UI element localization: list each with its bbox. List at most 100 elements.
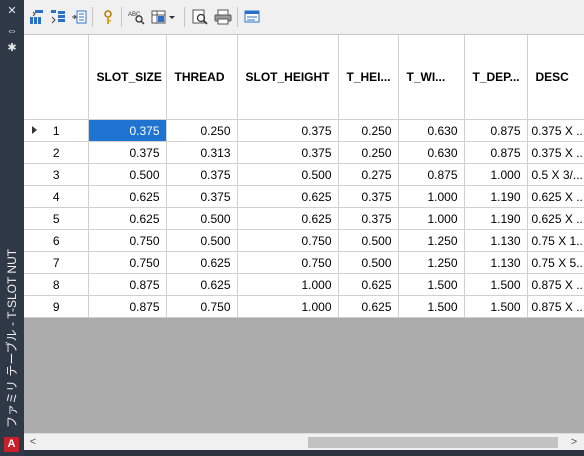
table-cell[interactable]: 0.250 <box>338 119 399 142</box>
scroll-right-icon[interactable]: > <box>568 436 580 449</box>
table-cell[interactable]: 1.250 <box>398 229 465 252</box>
table-cell[interactable]: 0.250 <box>166 119 238 142</box>
table-row[interactable]: 2 0.375 0.313 0.375 0.250 0.630 0.875 0.… <box>24 141 584 164</box>
table-cell[interactable]: 1.500 <box>398 273 465 296</box>
table-row[interactable]: 6 0.750 0.500 0.750 0.500 1.250 1.130 0.… <box>24 229 584 252</box>
column-header[interactable]: THREAD <box>166 35 238 120</box>
settings-icon[interactable]: ✱ <box>5 42 19 54</box>
table-cell[interactable]: 0.313 <box>166 141 238 164</box>
close-icon[interactable]: ✕ <box>5 5 19 17</box>
table-cell[interactable]: 0.750 <box>166 295 238 318</box>
table-cell[interactable]: 0.375 <box>166 185 238 208</box>
table-cell[interactable]: 0.875 <box>464 119 528 142</box>
table-cell[interactable]: 0.500 <box>237 163 339 186</box>
table-cell[interactable]: 0.5 X 3/... <box>527 163 584 186</box>
scrollbar-thumb[interactable] <box>308 437 558 448</box>
lock-icon[interactable] <box>99 8 117 26</box>
table-cell[interactable]: 0.500 <box>88 163 167 186</box>
table-cell[interactable]: 0.750 <box>88 229 167 252</box>
table-cell[interactable]: 0.630 <box>398 141 465 164</box>
row-header[interactable]: 1 <box>24 119 89 142</box>
table-cell[interactable]: 0.750 <box>88 251 167 274</box>
row-header[interactable]: 8 <box>24 273 89 296</box>
column-header[interactable]: DESC <box>527 35 584 120</box>
table-cell[interactable]: 0.75 X 5... <box>527 251 584 274</box>
print-icon[interactable] <box>214 8 232 26</box>
column-header[interactable]: T_DEP... <box>464 35 528 120</box>
table-cell[interactable]: 0.375 <box>237 119 339 142</box>
table-cell[interactable]: 0.375 <box>88 119 167 142</box>
table-cell[interactable]: 1.000 <box>398 185 465 208</box>
table-row[interactable]: 7 0.750 0.625 0.750 0.500 1.250 1.130 0.… <box>24 251 584 274</box>
table-cell[interactable]: 0.625 X ... <box>527 207 584 230</box>
table-cell[interactable]: 0.75 X 1... <box>527 229 584 252</box>
table-cell[interactable]: 0.375 <box>338 185 399 208</box>
row-header[interactable]: 2 <box>24 141 89 164</box>
table-cell[interactable]: 0.625 X ... <box>527 185 584 208</box>
table-cell[interactable]: 0.625 <box>88 185 167 208</box>
table-cell[interactable]: 0.630 <box>398 119 465 142</box>
filter-icon[interactable] <box>150 8 178 26</box>
table-cell[interactable]: 0.875 <box>88 295 167 318</box>
insert-row-icon[interactable] <box>49 8 67 26</box>
table-cell[interactable]: 0.250 <box>338 141 399 164</box>
table-cell[interactable]: 0.625 <box>237 207 339 230</box>
table-cell[interactable]: 0.750 <box>237 251 339 274</box>
row-header[interactable]: 3 <box>24 163 89 186</box>
table-cell[interactable]: 0.375 <box>237 141 339 164</box>
table-row[interactable]: 9 0.875 0.750 1.000 0.625 1.500 1.500 0.… <box>24 295 584 318</box>
table-row[interactable]: 4 0.625 0.375 0.625 0.375 1.000 1.190 0.… <box>24 185 584 208</box>
row-header[interactable]: 9 <box>24 295 89 318</box>
table-cell[interactable]: 0.500 <box>166 207 238 230</box>
table-cell[interactable]: 0.625 <box>88 207 167 230</box>
table-cell[interactable]: 0.875 <box>464 141 528 164</box>
auto-hide-icon[interactable]: ⇔ <box>5 25 19 37</box>
table-cell[interactable]: 0.625 <box>338 273 399 296</box>
table-cell[interactable]: 0.625 <box>338 295 399 318</box>
table-cell[interactable]: 0.375 <box>88 141 167 164</box>
table-cell[interactable]: 0.875 X ... <box>527 295 584 318</box>
table-cell[interactable]: 0.500 <box>338 229 399 252</box>
table-cell[interactable]: 1.130 <box>464 251 528 274</box>
format-icon[interactable] <box>244 8 262 26</box>
row-header[interactable]: 5 <box>24 207 89 230</box>
add-item-icon[interactable] <box>70 8 88 26</box>
column-header[interactable]: SLOT_HEIGHT <box>237 35 339 120</box>
table-cell[interactable]: 0.625 <box>166 251 238 274</box>
table-cell[interactable]: 0.500 <box>338 251 399 274</box>
row-header[interactable]: 7 <box>24 251 89 274</box>
table-cell[interactable]: 1.500 <box>464 295 528 318</box>
table-cell[interactable]: 0.375 <box>166 163 238 186</box>
table-cell[interactable]: 0.875 <box>398 163 465 186</box>
table-cell[interactable]: 1.190 <box>464 185 528 208</box>
table-cell[interactable]: 0.625 <box>237 185 339 208</box>
table-cell[interactable]: 0.750 <box>237 229 339 252</box>
column-header[interactable]: T_WI... <box>398 35 465 120</box>
table-cell[interactable]: 1.000 <box>237 295 339 318</box>
row-header[interactable]: 4 <box>24 185 89 208</box>
column-header[interactable]: T_HEI... <box>338 35 399 120</box>
table-row[interactable]: 5 0.625 0.500 0.625 0.375 1.000 1.190 0.… <box>24 207 584 230</box>
row-header[interactable]: 6 <box>24 229 89 252</box>
table-row[interactable]: 8 0.875 0.625 1.000 0.625 1.500 1.500 0.… <box>24 273 584 296</box>
table-cell[interactable]: 1.500 <box>464 273 528 296</box>
table-row[interactable]: 1 0.375 0.250 0.375 0.250 0.630 0.875 0.… <box>24 119 584 142</box>
table-cell[interactable]: 1.190 <box>464 207 528 230</box>
table-cell[interactable]: 1.130 <box>464 229 528 252</box>
table-cell[interactable]: 0.375 <box>338 207 399 230</box>
find-replace-icon[interactable]: ABC <box>128 8 146 26</box>
insert-column-icon[interactable] <box>28 8 46 26</box>
table-cell[interactable]: 1.500 <box>398 295 465 318</box>
table-cell[interactable]: 0.375 X ... <box>527 141 584 164</box>
scroll-left-icon[interactable]: < <box>27 436 39 449</box>
table-row[interactable]: 3 0.500 0.375 0.500 0.275 0.875 1.000 0.… <box>24 163 584 186</box>
table-cell[interactable]: 1.000 <box>237 273 339 296</box>
table-cell[interactable]: 1.000 <box>398 207 465 230</box>
table-cell[interactable]: 1.250 <box>398 251 465 274</box>
table-cell[interactable]: 0.375 X ... <box>527 119 584 142</box>
table-cell[interactable]: 0.500 <box>166 229 238 252</box>
table-cell[interactable]: 1.000 <box>464 163 528 186</box>
table-cell[interactable]: 0.875 <box>88 273 167 296</box>
table-cell[interactable]: 0.275 <box>338 163 399 186</box>
table-cell[interactable]: 0.875 X ... <box>527 273 584 296</box>
